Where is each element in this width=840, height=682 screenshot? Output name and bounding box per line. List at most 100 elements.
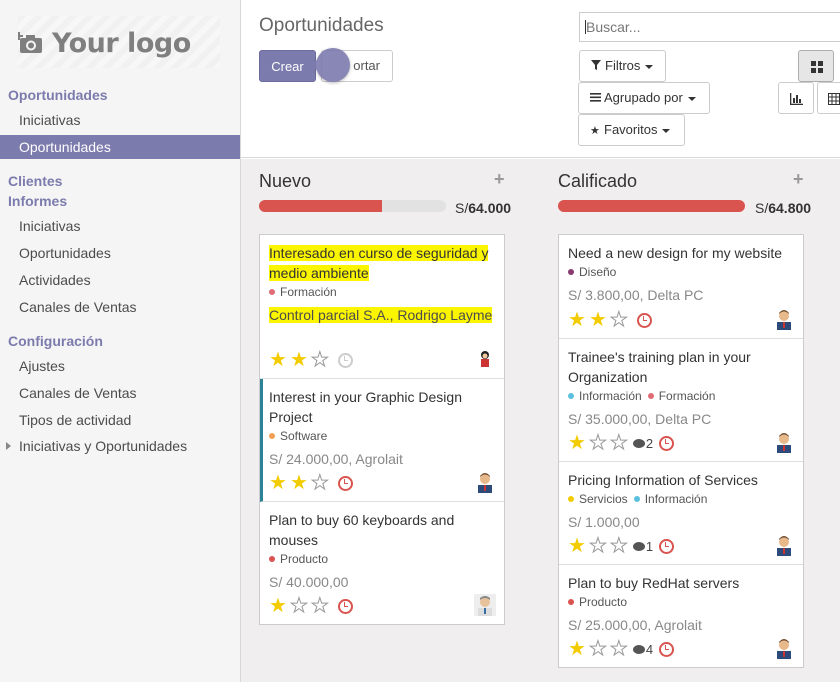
card-title: Trainee's training plan in your Organiza… [568,349,751,385]
priority-star-icon[interactable]: ★ [310,350,329,371]
priority-star-icon[interactable]: ★ [588,536,607,557]
priority-star-icon[interactable]: ★ [290,473,308,493]
group-by-dropdown[interactable]: Agrupado por [578,82,710,114]
priority-star-icon[interactable]: ★ [269,596,287,616]
tag-informacion: Información [568,388,642,404]
message-count[interactable]: 4 [632,642,653,657]
progress-fill [558,200,745,212]
activity-clock-icon[interactable] [659,435,675,451]
tag-software: Software [269,428,327,444]
menu-item-canales-de-ventas[interactable]: Canales de Ventas [0,295,240,319]
menu-section-configuracion[interactable]: Configuración [8,333,103,349]
priority-star-icon[interactable]: ★ [310,473,329,494]
card-footer: ★ ★ ★ [568,310,652,331]
priority-star-icon[interactable]: ★ [568,639,586,659]
priority-star-icon[interactable]: ★ [609,433,628,454]
priority-star-icon[interactable]: ★ [269,473,287,493]
priority-star-icon[interactable]: ★ [568,310,586,330]
column-progress-bar[interactable] [259,200,446,212]
menu-item-informes-iniciativas[interactable]: Iniciativas [0,214,240,238]
favorites-dropdown[interactable]: ★ Favoritos [578,114,685,146]
activity-clock-icon[interactable] [337,352,353,368]
currency-label: S/ [755,200,769,216]
column-total: S/64.000 [455,200,511,216]
column-progress-bar[interactable] [558,200,745,212]
tag-dot [568,268,574,275]
tag-dot [269,555,275,562]
cursor-indicator [308,48,350,82]
column-total-value: 64.800 [768,200,812,216]
menu-item-config-canales-de-ventas[interactable]: Canales de Ventas [0,381,240,405]
company-logo[interactable]: Your logo [15,18,218,68]
card-title: Plan to buy RedHat servers [568,575,740,591]
kanban-card[interactable]: Pricing Information of Services Servicio… [559,462,803,565]
menu-item-iniciativas-y-oportunidades[interactable]: Iniciativas y Oportunidades [0,434,240,458]
activity-clock-icon[interactable] [659,538,675,554]
priority-star-icon[interactable]: ★ [609,639,628,660]
caret-down-icon [687,96,696,101]
tag-diseno: Diseño [568,264,616,280]
tag-label: Producto [579,595,628,609]
priority-star-icon[interactable]: ★ [609,310,628,331]
card-title: Plan to buy 60 keyboards and mouses [269,512,455,548]
search-input[interactable]: Buscar... [579,12,840,42]
kanban-view-button[interactable] [798,50,834,82]
menu-section-clientes[interactable]: Clientes [8,173,62,189]
priority-star-icon[interactable]: ★ [310,596,329,617]
activity-clock-icon[interactable] [659,641,675,657]
caret-down-icon [662,128,671,133]
kanban-board: Nuevo + S/64.000 Calificado + S/64.800 I… [241,159,840,682]
message-count-value: 2 [645,435,654,451]
card-amount: S/ 3.800,00, Delta PC [568,287,704,303]
filters-dropdown[interactable]: Filtros [579,50,666,82]
priority-star-icon[interactable]: ★ [289,596,308,617]
message-count[interactable]: 2 [632,435,654,451]
card-footer: ★ ★ ★ [269,596,353,617]
priority-star-icon[interactable]: ★ [588,639,607,660]
add-card-icon[interactable]: + [494,169,505,190]
user-avatar [773,637,795,659]
priority-star-icon[interactable]: ★ [588,433,607,454]
add-card-icon[interactable]: + [793,169,804,190]
th-large-icon [811,61,823,73]
comments-icon [632,644,645,654]
activity-clock-icon[interactable] [636,312,652,328]
menu-item-oportunidades-active[interactable]: Oportunidades [0,135,240,159]
user-avatar [474,594,496,616]
menu-item-iniciativas[interactable]: Iniciativas [0,108,240,132]
kanban-card[interactable]: Plan to buy 60 keyboards and mouses Prod… [260,502,504,624]
card-partner-text: Control parcial S.A., Rodrigo Layme [269,307,493,323]
activity-clock-icon[interactable] [337,598,353,614]
tag-label: Servicios [579,492,628,506]
menu-item-actividades[interactable]: Actividades [0,268,240,292]
priority-star-icon[interactable]: ★ [290,350,308,370]
message-count[interactable]: 1 [632,539,653,554]
card-footer: ★ ★ ★ 2 [568,433,675,454]
menu-item-ajustes[interactable]: Ajustes [0,354,240,378]
kanban-card[interactable]: Interesado en curso de seguridad y medio… [260,235,504,379]
menu-item-informes-oportunidades[interactable]: Oportunidades [0,241,240,265]
activity-clock-icon[interactable] [337,475,353,491]
card-tags: Software [269,428,495,444]
menu-section-oportunidades[interactable]: Oportunidades [8,87,108,103]
tag-label: Información [579,389,642,403]
tag-dot [568,598,574,605]
column-total-value: 64.000 [468,200,512,216]
menu-item-tipos-de-actividad[interactable]: Tipos de actividad [0,408,240,432]
menu-section-informes[interactable]: Informes [8,193,67,209]
kanban-card[interactable]: Trainee's training plan in your Organiza… [559,339,803,462]
priority-star-icon[interactable]: ★ [589,310,607,330]
priority-star-icon[interactable]: ★ [269,350,287,370]
priority-star-icon[interactable]: ★ [568,536,586,556]
priority-star-icon[interactable]: ★ [568,433,586,453]
pivot-view-button[interactable] [817,82,840,114]
kanban-card[interactable]: Plan to buy RedHat servers Producto S/ 2… [559,565,803,667]
tag-dot [568,495,574,502]
user-avatar [773,534,795,556]
priority-star-icon[interactable]: ★ [609,536,628,557]
card-footer: ★ ★ ★ [269,473,353,494]
kanban-card[interactable]: Interest in your Graphic Design Project … [260,379,504,502]
kanban-card[interactable]: Need a new design for my website Diseño … [559,235,803,339]
graph-view-button[interactable] [778,82,814,114]
tag-producto: Producto [568,594,627,610]
